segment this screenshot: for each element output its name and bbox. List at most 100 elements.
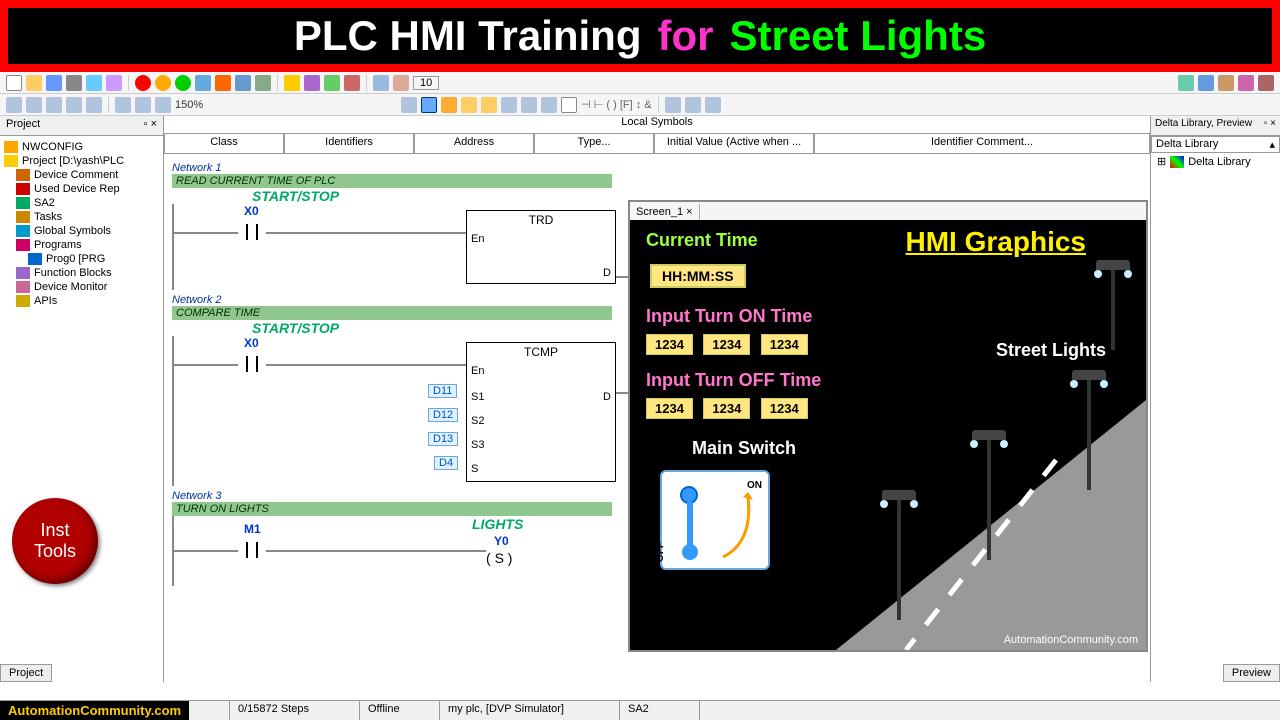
tree-item[interactable]: SA2: [16, 196, 159, 210]
r1-icon[interactable]: [1178, 75, 1194, 91]
pane-pin-icon[interactable]: ▫ ×: [144, 118, 157, 133]
print-icon[interactable]: [66, 75, 82, 91]
m1-icon[interactable]: [665, 97, 681, 113]
stop-icon[interactable]: [135, 75, 151, 91]
tool2-icon[interactable]: [304, 75, 320, 91]
zoom-level[interactable]: 150%: [175, 99, 203, 111]
net2-contact[interactable]: [238, 354, 266, 374]
library-item[interactable]: ⊞Delta Library: [1151, 153, 1280, 170]
net3-contact[interactable]: [238, 540, 266, 560]
hmi-off-m[interactable]: 1234: [703, 398, 750, 419]
net2-reg4[interactable]: D4: [434, 456, 458, 470]
hmi-tab[interactable]: Screen_1 ×: [630, 204, 700, 220]
hmi-on-s[interactable]: 1234: [761, 334, 808, 355]
view2-icon[interactable]: [106, 75, 122, 91]
street-light-1: [1096, 260, 1130, 350]
hmi-title: HMI Graphics: [906, 226, 1086, 258]
tree-item[interactable]: NWCONFIG: [4, 140, 159, 154]
ld-up-icon[interactable]: [501, 97, 517, 113]
net2-reg2[interactable]: D12: [428, 408, 458, 422]
tree-item[interactable]: Tasks: [16, 210, 159, 224]
ld-box-icon[interactable]: [421, 97, 437, 113]
tree-icon: [16, 281, 30, 293]
tree-item[interactable]: Function Blocks: [16, 266, 159, 280]
hmi-off-h[interactable]: 1234: [646, 398, 693, 419]
find-icon[interactable]: [115, 97, 131, 113]
col-type[interactable]: Type...: [534, 134, 654, 154]
r5-icon[interactable]: [1258, 75, 1274, 91]
r3-icon[interactable]: [1218, 75, 1234, 91]
tree-item[interactable]: Device Monitor: [16, 280, 159, 294]
net2-reg3[interactable]: D13: [428, 432, 458, 446]
settings-icon[interactable]: [393, 75, 409, 91]
tree-icon: [4, 155, 18, 167]
open-icon[interactable]: [26, 75, 42, 91]
m3-icon[interactable]: [705, 97, 721, 113]
net1-contact[interactable]: [238, 222, 266, 242]
ld-left-icon[interactable]: [541, 97, 557, 113]
net2-reg1[interactable]: D11: [428, 384, 457, 398]
tree-item[interactable]: Prog0 [PRG: [28, 252, 159, 266]
zoom-in-icon[interactable]: [155, 97, 171, 113]
col-class[interactable]: Class: [164, 134, 284, 154]
tree-icon: [16, 197, 30, 209]
title-banner: PLC HMI Training for Street Lights: [0, 0, 1280, 72]
preview-tab[interactable]: Preview: [1223, 664, 1280, 682]
ld2-icon[interactable]: [481, 97, 497, 113]
ld-rung-icon[interactable]: [401, 97, 417, 113]
library-dropdown[interactable]: Delta Library▴: [1151, 136, 1280, 153]
tool4-icon[interactable]: [344, 75, 360, 91]
monitor-icon[interactable]: [255, 75, 271, 91]
hmi-switch-label: Main Switch: [692, 438, 796, 459]
pause-icon[interactable]: [155, 75, 171, 91]
undo-icon[interactable]: [6, 97, 22, 113]
tool3-icon[interactable]: [324, 75, 340, 91]
hmi-footer: AutomationCommunity.com: [1004, 634, 1138, 646]
r4-icon[interactable]: [1238, 75, 1254, 91]
net2-block[interactable]: TCMP En S1 S2 S3 S D: [466, 342, 616, 482]
project-tab[interactable]: Project: [0, 664, 52, 682]
hmi-off-s[interactable]: 1234: [761, 398, 808, 419]
hmi-on-h[interactable]: 1234: [646, 334, 693, 355]
download-icon[interactable]: [215, 75, 231, 91]
tool1-icon[interactable]: [284, 75, 300, 91]
col-init[interactable]: Initial Value (Active when ...: [654, 134, 814, 154]
net1-block[interactable]: TRD En D: [466, 210, 616, 284]
col-ident[interactable]: Identifiers: [284, 134, 414, 154]
hmi-on-m[interactable]: 1234: [703, 334, 750, 355]
tree-icon: [16, 239, 30, 251]
cursor-icon[interactable]: [561, 97, 577, 113]
net3-coil[interactable]: ( S ): [486, 550, 512, 566]
compile-icon[interactable]: [195, 75, 211, 91]
r2-icon[interactable]: [1198, 75, 1214, 91]
col-comment[interactable]: Identifier Comment...: [814, 134, 1150, 154]
new-icon[interactable]: [6, 75, 22, 91]
tree-item[interactable]: Used Device Rep: [16, 182, 159, 196]
cut-icon[interactable]: [46, 97, 62, 113]
tree-item[interactable]: Device Comment: [16, 168, 159, 182]
save-icon[interactable]: [46, 75, 62, 91]
col-addr[interactable]: Address: [414, 134, 534, 154]
run-icon[interactable]: [175, 75, 191, 91]
view1-icon[interactable]: [86, 75, 102, 91]
tree-icon: [16, 211, 30, 223]
ld1-icon[interactable]: [461, 97, 477, 113]
net3-contact-label: M1: [244, 522, 261, 536]
copy-icon[interactable]: [66, 97, 82, 113]
tree-item[interactable]: Global Symbols: [16, 224, 159, 238]
paste-icon[interactable]: [86, 97, 102, 113]
lib-close-icon[interactable]: ▫ ×: [1264, 118, 1276, 133]
toolbar-spin[interactable]: 10: [413, 76, 439, 90]
hmi-main-switch[interactable]: ON OFF: [660, 470, 770, 570]
ld-down-icon[interactable]: [521, 97, 537, 113]
tree-item[interactable]: APIs: [16, 294, 159, 308]
comm-icon[interactable]: [373, 75, 389, 91]
tree-item[interactable]: Project [D:\yash\PLC: [4, 154, 159, 168]
redo-icon[interactable]: [26, 97, 42, 113]
m2-icon[interactable]: [685, 97, 701, 113]
zoom-out-icon[interactable]: [135, 97, 151, 113]
tree-item[interactable]: Programs: [16, 238, 159, 252]
ld-coil-icon[interactable]: [441, 97, 457, 113]
upload-icon[interactable]: [235, 75, 251, 91]
status-plc: my plc, [DVP Simulator]: [440, 701, 620, 720]
